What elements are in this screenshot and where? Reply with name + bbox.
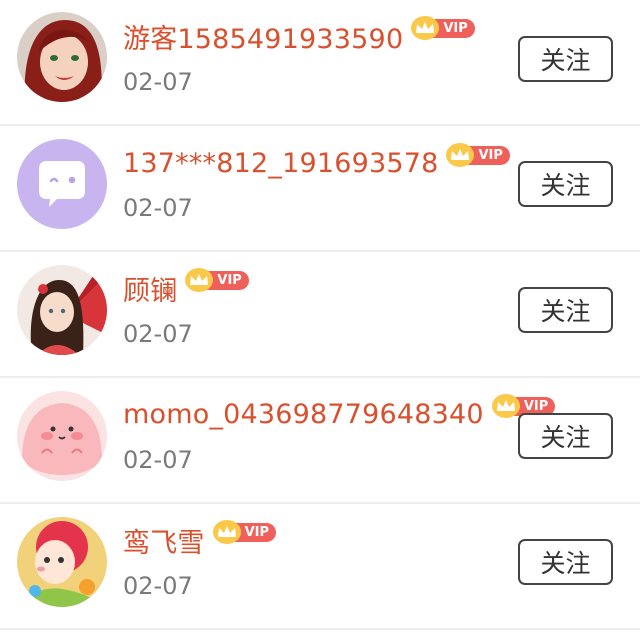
follow-button[interactable]: 关注 — [518, 539, 613, 585]
user-name[interactable]: 游客1585491933590 — [123, 17, 403, 56]
vip-badge: VIP — [212, 520, 277, 544]
user-name[interactable]: 鸾飞雪 — [123, 521, 205, 560]
follow-button[interactable]: 关注 — [518, 413, 613, 459]
follow-date: 02-07 — [123, 320, 193, 348]
list-item[interactable]: momo_043698779648340 VIP 02-07 关注 — [0, 378, 640, 504]
vip-badge: VIP — [446, 143, 510, 167]
name-line: 顾镧 VIP — [123, 266, 249, 310]
list-item[interactable]: 顾镧 VIP 02-07 关注 — [0, 252, 640, 378]
pink-blob-avatar-icon[interactable] — [17, 391, 107, 481]
follow-date: 02-07 — [123, 68, 193, 96]
follow-date: 02-07 — [123, 446, 193, 474]
follow-date: 02-07 — [123, 572, 193, 600]
crown-icon — [491, 394, 520, 418]
crown-icon — [212, 520, 241, 544]
cartoon-kid-avatar-icon[interactable] — [17, 517, 107, 607]
vip-badge: VIP — [185, 268, 249, 292]
vip-badge: VIP — [411, 16, 475, 40]
follow-date: 02-07 — [123, 194, 193, 222]
user-name[interactable]: momo_043698779648340 — [123, 399, 484, 430]
name-line: momo_043698779648340 VIP — [123, 392, 556, 436]
list-item[interactable]: 137***812_191693578 VIP 02-07 关注 — [0, 126, 640, 252]
name-line: 137***812_191693578 VIP — [123, 141, 510, 185]
follower-list: 游客1585491933590 VIP 02-07 关注 137***812_1… — [0, 0, 640, 639]
follow-button[interactable]: 关注 — [518, 36, 613, 82]
name-line: 游客1585491933590 VIP — [123, 14, 475, 58]
name-line: 鸾飞雪 VIP — [123, 518, 277, 562]
chat-bubble-avatar-icon[interactable] — [17, 139, 107, 229]
user-name[interactable]: 137***812_191693578 — [123, 148, 438, 179]
user-name[interactable]: 顾镧 — [123, 269, 177, 308]
follow-button[interactable]: 关注 — [518, 287, 613, 333]
list-item[interactable]: 游客1585491933590 VIP 02-07 关注 — [0, 0, 640, 126]
cartoon-woman-avatar-icon[interactable] — [17, 12, 107, 102]
follow-button[interactable]: 关注 — [518, 161, 613, 207]
fan-girl-avatar-icon[interactable] — [17, 265, 107, 355]
list-item[interactable]: 鸾飞雪 VIP 02-07 关注 — [0, 504, 640, 630]
